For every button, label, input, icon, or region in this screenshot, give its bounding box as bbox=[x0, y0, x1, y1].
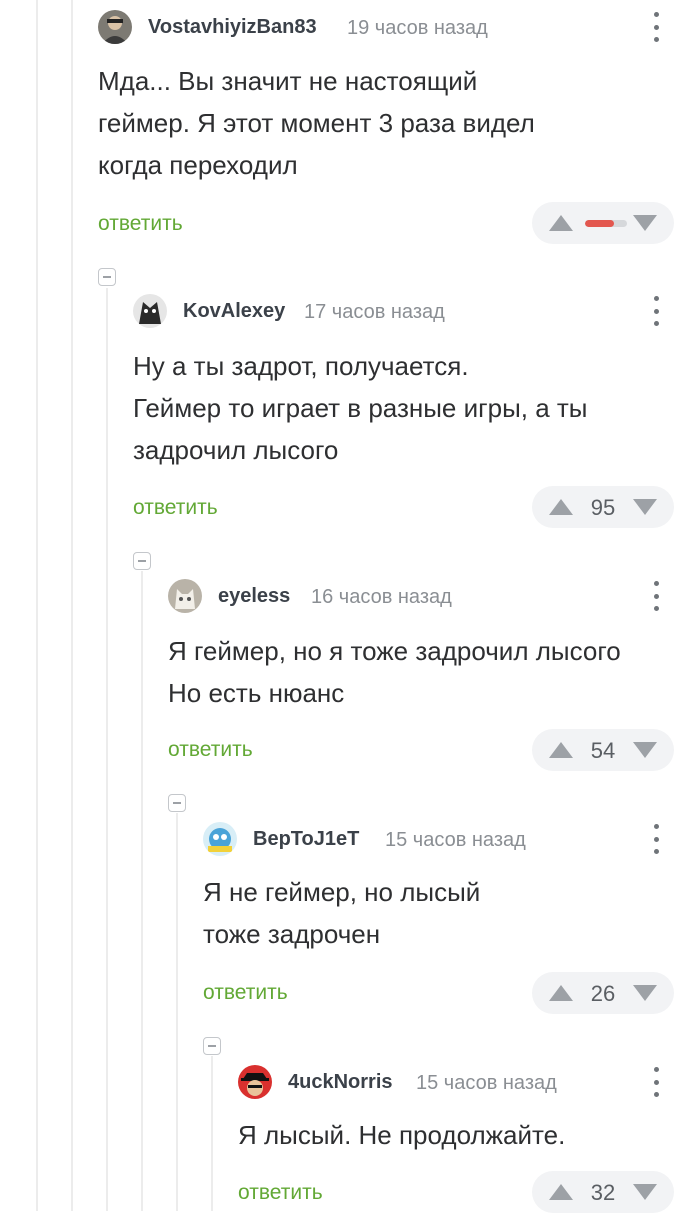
more-options-icon[interactable] bbox=[646, 824, 666, 854]
comment-text: Я не геймер, но лысый тоже задрочен bbox=[203, 877, 481, 949]
comment-time: 15 часов назад bbox=[416, 1072, 557, 1094]
thread-line bbox=[36, 0, 38, 1211]
downvote-icon[interactable] bbox=[633, 215, 657, 231]
rating-control: 95 bbox=[532, 486, 674, 528]
reply-link[interactable]: ответить bbox=[168, 738, 253, 762]
comment-text: Я лысый. Не продолжайте. bbox=[238, 1120, 566, 1150]
thread-line bbox=[176, 813, 178, 1211]
downvote-icon[interactable] bbox=[633, 499, 657, 515]
comment-text: Мда... Вы значит не настоящий геймер. Я … bbox=[98, 66, 535, 180]
comment: eyeless 16 часов назад Я геймер, но я то… bbox=[168, 575, 700, 775]
rating-control bbox=[532, 202, 674, 244]
rating-control: 54 bbox=[532, 729, 674, 771]
upvote-icon[interactable] bbox=[549, 215, 573, 231]
comment-time: 15 часов назад bbox=[385, 829, 526, 851]
user-avatar-icon[interactable] bbox=[133, 294, 167, 328]
comment-header: 4uckNorris 15 часов назад bbox=[238, 1061, 700, 1101]
comment-author[interactable]: 4uckNorris bbox=[288, 1071, 393, 1094]
comment-time: 19 часов назад bbox=[347, 17, 488, 39]
downvote-icon[interactable] bbox=[633, 1184, 657, 1200]
downvote-icon[interactable] bbox=[633, 742, 657, 758]
comment: BepToJ1eT 15 часов назад Я не геймер, но… bbox=[203, 818, 700, 1018]
comment: 4uckNorris 15 часов назад Я лысый. Не пр… bbox=[238, 1061, 700, 1213]
comment-author[interactable]: KovAlexey bbox=[183, 300, 285, 323]
more-options-icon[interactable] bbox=[646, 1067, 666, 1097]
comment-time: 16 часов назад bbox=[311, 586, 452, 608]
comment-author[interactable]: VostavhiyizBan83 bbox=[148, 16, 317, 39]
user-avatar-icon[interactable] bbox=[98, 10, 132, 44]
more-options-icon[interactable] bbox=[646, 296, 666, 326]
comment-author[interactable]: eyeless bbox=[218, 585, 290, 608]
collapse-thread-button[interactable] bbox=[168, 794, 186, 812]
thread-line bbox=[71, 0, 73, 1211]
cartoon-avatar-icon[interactable] bbox=[203, 822, 237, 856]
comment-text: Я геймер, но я тоже задрочил лысого Но е… bbox=[168, 636, 621, 708]
downvote-icon[interactable] bbox=[633, 985, 657, 1001]
comment-time: 17 часов назад bbox=[304, 301, 445, 323]
thread-line bbox=[141, 571, 143, 1211]
comment-header: KovAlexey 17 часов назад bbox=[133, 290, 700, 330]
more-options-icon[interactable] bbox=[646, 12, 666, 42]
comment-author[interactable]: BepToJ1eT bbox=[253, 828, 359, 851]
reply-link[interactable]: ответить bbox=[203, 981, 288, 1005]
comment-text: Ну а ты задрот, получается. Геймер то иг… bbox=[133, 351, 588, 465]
comment: KovAlexey 17 часов назад Ну а ты задрот,… bbox=[133, 290, 700, 530]
rating-control: 26 bbox=[532, 972, 674, 1014]
cat-avatar-icon[interactable] bbox=[168, 579, 202, 613]
more-options-icon[interactable] bbox=[646, 581, 666, 611]
comment-header: BepToJ1eT 15 часов назад bbox=[203, 818, 700, 858]
rating-ratio-bar bbox=[585, 220, 627, 227]
collapse-thread-button[interactable] bbox=[98, 268, 116, 286]
reply-link[interactable]: ответить bbox=[98, 212, 183, 236]
collapse-thread-button[interactable] bbox=[203, 1037, 221, 1055]
comment: VostavhiyizBan83 19 часов назад Мда... В… bbox=[98, 6, 700, 246]
thread-line bbox=[106, 288, 108, 1211]
reply-link[interactable]: ответить bbox=[238, 1181, 323, 1205]
comment-header: VostavhiyizBan83 19 часов назад bbox=[98, 6, 700, 46]
comment-header: eyeless 16 часов назад bbox=[168, 575, 700, 615]
collapse-thread-button[interactable] bbox=[133, 552, 151, 570]
reply-link[interactable]: ответить bbox=[133, 496, 218, 520]
rating-control: 32 bbox=[532, 1171, 674, 1213]
thread-line bbox=[211, 1056, 213, 1211]
hat-avatar-icon[interactable] bbox=[238, 1065, 272, 1099]
